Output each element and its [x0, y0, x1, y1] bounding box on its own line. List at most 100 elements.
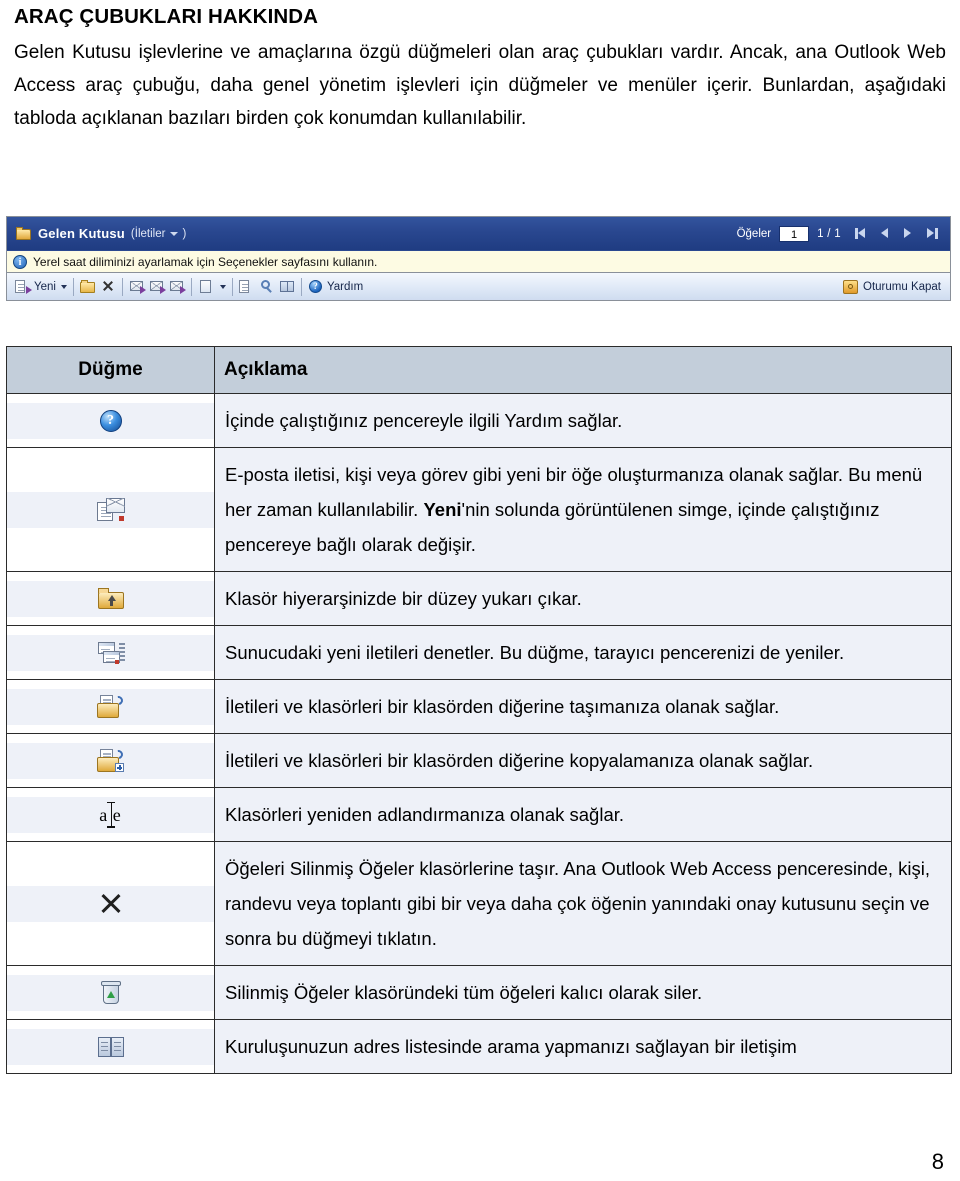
page-count-label: 1 / 1 — [817, 227, 841, 240]
close-icon — [102, 280, 114, 292]
icon-band — [7, 634, 214, 671]
description-cell: Klasör hiyerarşinizde bir düzey yukarı ç… — [214, 571, 952, 626]
envelope-shape — [105, 497, 125, 513]
reply-all-button[interactable] — [149, 279, 166, 294]
items-per-page-input[interactable]: 1 — [779, 225, 810, 242]
copy-to-folder-icon[interactable] — [97, 748, 125, 772]
description-text: Sunucudaki yeni iletileri denetler. Bu d… — [225, 642, 845, 663]
table-header-description: Açıklama — [214, 346, 952, 394]
move-to-folder-button[interactable] — [79, 279, 96, 294]
chevron-down-icon[interactable] — [60, 284, 67, 289]
folder-icon — [79, 280, 95, 293]
owa-toolbar: Yeni ? Yardım Oturumu Kapat — [7, 273, 950, 300]
toolbar-buttons-table: Düğme Açıklama ? İçinde çalıştığınız pen… — [6, 346, 952, 1074]
rename-icon[interactable]: a e — [99, 801, 122, 828]
reading-pane-button[interactable] — [198, 279, 214, 294]
help-label: Yardım — [326, 280, 364, 293]
table-row: İletileri ve klasörleri bir klasörden di… — [6, 679, 952, 734]
description-cell: E-posta iletisi, kişi veya görev gibi ye… — [214, 447, 952, 572]
find-button[interactable] — [259, 279, 275, 294]
help-button[interactable]: ? Yardım — [308, 279, 363, 294]
table-row: Silinmiş Öğeler klasöründeki tüm öğeleri… — [6, 965, 952, 1020]
reply-button[interactable] — [129, 279, 146, 294]
text-cursor-icon — [107, 801, 114, 828]
check-messages-button[interactable] — [238, 279, 255, 294]
check-messages-icon — [238, 280, 249, 293]
toolbar-separator — [121, 277, 123, 296]
button-cell: a e — [6, 787, 215, 842]
move-to-folder-icon[interactable] — [97, 694, 125, 718]
description-text: İçinde çalıştığınız pencereyle ilgili Ya… — [225, 410, 623, 431]
description-cell: İletileri ve klasörleri bir klasörden di… — [214, 733, 952, 788]
table-row: a e Klasörleri yeniden adlandırmanıza ol… — [6, 787, 952, 842]
button-cell — [6, 447, 215, 572]
reading-pane-icon — [199, 280, 211, 293]
plus-icon — [115, 763, 124, 772]
toolbar-separator — [72, 277, 74, 296]
folder-tab-shape — [97, 588, 109, 593]
toolbar-separator — [231, 277, 233, 296]
button-cell — [6, 625, 215, 680]
owa-view-selector[interactable]: (İletiler ) — [131, 228, 186, 240]
check-messages-icon[interactable] — [97, 641, 125, 665]
new-item-icon — [15, 279, 32, 294]
toolbar-group-reply — [126, 276, 188, 297]
folder-up-icon[interactable] — [97, 588, 124, 609]
next-page-arrow-icon — [904, 228, 911, 238]
description-text: Silinmiş Öğeler klasöründeki tüm öğeleri… — [225, 982, 703, 1003]
page-title: ARAÇ ÇUBUKLARI HAKKINDA — [14, 5, 319, 28]
help-icon[interactable]: ? — [99, 409, 122, 432]
new-item-icon[interactable] — [96, 497, 125, 522]
description-text: Klasör hiyerarşinizde bir düzey yukarı ç… — [225, 588, 582, 609]
book-spine — [109, 1036, 112, 1057]
icon-band — [7, 1028, 214, 1065]
button-cell — [6, 1019, 215, 1074]
table-row: ? İçinde çalıştığınız pencereyle ilgili … — [6, 393, 952, 448]
button-cell — [6, 571, 215, 626]
new-item-label: Yeni — [34, 280, 56, 293]
sign-out-button[interactable]: Oturumu Kapat — [843, 279, 944, 294]
forward-button[interactable] — [169, 279, 186, 294]
folder-shape — [97, 703, 119, 718]
list-bars — [118, 642, 125, 663]
table-row: E-posta iletisi, kişi veya görev gibi ye… — [6, 447, 952, 572]
outlook-web-access-screenshot: Gelen Kutusu (İletiler ) Öğeler 1 1 / 1 — [6, 216, 951, 301]
icon-band: ? — [7, 402, 214, 439]
intro-paragraph: Gelen Kutusu işlevlerine ve amaçlarına ö… — [14, 41, 946, 129]
table-body: ? İçinde çalıştığınız pencereyle ilgili … — [6, 393, 952, 1074]
table-row: İletileri ve klasörleri bir klasörden di… — [6, 733, 952, 788]
description-text: Klasörleri yeniden adlandırmanıza olanak… — [225, 804, 625, 825]
address-book-button[interactable] — [279, 279, 295, 294]
description-text: İletileri ve klasörleri bir klasörden di… — [225, 750, 814, 771]
button-cell — [6, 679, 215, 734]
icon-band — [7, 974, 214, 1011]
folder-icon — [16, 227, 32, 240]
address-book-icon[interactable] — [97, 1036, 124, 1057]
description-text: Kuruluşunuzun adres listesinde arama yap… — [225, 1036, 797, 1057]
last-page-button[interactable] — [924, 227, 938, 240]
chevron-down-icon[interactable] — [219, 284, 226, 289]
description-cell: İçinde çalıştığınız pencereyle ilgili Ya… — [214, 393, 952, 448]
toolbar-group-manage — [77, 276, 119, 297]
intro-text-block: ARAÇ ÇUBUKLARI HAKKINDA Gelen Kutusu işl… — [14, 4, 946, 135]
red-marker — [118, 515, 124, 521]
empty-deleted-items-icon[interactable] — [100, 980, 121, 1005]
toolbar-separator — [300, 277, 302, 296]
previous-page-button[interactable] — [878, 227, 892, 240]
next-page-button[interactable] — [901, 227, 915, 240]
address-book-icon — [279, 281, 294, 292]
forward-arrow-icon — [179, 286, 186, 294]
reply-all-arrow-icon — [159, 286, 166, 294]
info-icon: i — [13, 254, 27, 269]
new-item-button[interactable]: Yeni — [15, 279, 67, 294]
up-arrow-stem — [109, 601, 113, 606]
delete-button[interactable] — [100, 279, 116, 294]
description-cell: Sunucudaki yeni iletileri denetler. Bu d… — [214, 625, 952, 680]
delete-icon[interactable] — [98, 891, 124, 917]
first-page-button[interactable] — [855, 227, 869, 240]
icon-band — [7, 491, 214, 528]
reply-arrow-icon — [139, 286, 146, 294]
last-page-arrow-icon — [927, 228, 934, 238]
items-label: Öğeler — [736, 227, 772, 240]
page-shape — [15, 280, 25, 293]
